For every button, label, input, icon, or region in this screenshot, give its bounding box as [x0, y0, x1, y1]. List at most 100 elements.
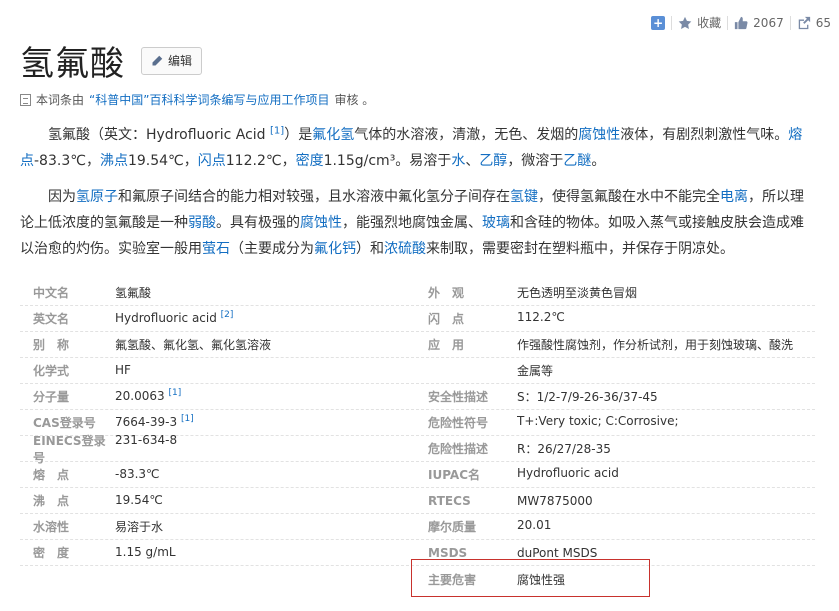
info-value: 7664-39-3 [1] [115, 414, 420, 431]
info-value: 231-634-8 [115, 432, 420, 466]
info-label: EINECS登录号 [33, 433, 106, 465]
citation-link[interactable]: [1] [270, 125, 284, 136]
info-row: 别 称 氟氢酸、氟化氢、氟化氢溶液 应 用 作强酸性腐蚀剂，作分析试剂，用于刻蚀玻璃… [20, 332, 815, 358]
like-count: 2067 [753, 15, 784, 30]
text: ，微溶于 [507, 153, 564, 169]
info-label: 闪 点 [428, 312, 465, 326]
info-label: 别 称 [33, 338, 70, 352]
link-fluorite[interactable]: 萤石 [202, 241, 230, 257]
divider [671, 15, 673, 30]
info-row: 英文名 Hydrofluoric acid [2] 闪 点 112.2℃ [20, 306, 815, 332]
info-cell-left: 英文名 Hydrofluoric acid [2] [20, 310, 420, 327]
info-label: 外 观 [428, 286, 465, 300]
info-label [420, 362, 517, 379]
link-water[interactable]: 水 [451, 153, 465, 169]
info-label: 危险性符号 [428, 416, 489, 430]
text: 19.54℃， [127, 153, 198, 169]
link-hydrogen-atom[interactable]: 氢原子 [76, 189, 118, 205]
share-count: 65 [815, 15, 831, 30]
info-label: 水溶性 [33, 520, 70, 534]
link-ionization[interactable]: 电离 [720, 189, 748, 205]
text: 。 [591, 153, 606, 169]
info-cell-right: 应 用 作强酸性腐蚀剂，作分析试剂，用于刻蚀玻璃、酸洗 [420, 336, 815, 353]
link-weak-acid[interactable]: 弱酸 [188, 215, 216, 231]
toolbar: + 收藏 2067 65 [651, 14, 831, 31]
info-value-text: 19.54℃ [115, 493, 163, 507]
info-row: 化学式 HF 金属等 [20, 358, 815, 384]
plus-icon[interactable]: + [651, 15, 666, 30]
info-value: 氢氟酸 [115, 284, 420, 301]
info-cell-right: RTECS MW7875000 [420, 494, 815, 508]
info-label: 中文名 [33, 286, 70, 300]
document-icon [20, 93, 31, 106]
info-value: 20.0063 [1] [115, 388, 420, 405]
text: 112.2℃， [225, 153, 296, 169]
review-note: 本词条由 “科普中国”百科科学词条编写与应用工作项目 审核 。 [20, 91, 374, 108]
citation-link[interactable]: [1] [168, 388, 181, 398]
info-value: 氟氢酸、氟化氢、氟化氢溶液 [115, 336, 420, 353]
text: 气体的水溶液，清澈，无色、发烟的 [354, 127, 579, 143]
divider [727, 15, 729, 30]
info-row: 沸 点 19.54℃ RTECS MW7875000 [20, 488, 815, 514]
edit-button[interactable]: 编辑 [141, 46, 203, 75]
page-title: 氢氟酸 [20, 44, 125, 84]
link-flash-point[interactable]: 闪点 [198, 153, 226, 169]
info-cell-right: 闪 点 112.2℃ [420, 310, 815, 327]
link-hydrogen-bond[interactable]: 氢键 [510, 189, 538, 205]
text: -83.3℃， [34, 153, 100, 169]
info-value: -83.3℃ [115, 466, 420, 483]
info-value-text: -83.3℃ [115, 467, 160, 481]
link-density[interactable]: 密度 [296, 153, 324, 169]
text: ，能强烈地腐蚀金属、 [342, 215, 482, 231]
citation-link[interactable]: [2] [221, 310, 234, 320]
info-label: 分子量 [33, 390, 70, 404]
title-row: 氢氟酸 编辑 [20, 36, 203, 85]
text: 。具有极强的 [216, 215, 300, 231]
info-label: 密 度 [33, 546, 70, 560]
citation-link[interactable]: [1] [181, 414, 194, 424]
thumb-up-icon [735, 16, 748, 29]
info-cell-right: 安全性描述 S：1/2-7/9-26-36/37-45 [420, 388, 815, 405]
pencil-icon [152, 55, 163, 65]
info-value: 作强酸性腐蚀剂，作分析试剂，用于刻蚀玻璃、酸洗 [517, 338, 794, 352]
text: 氢氟酸（英文：Hydrofluoric Acid [48, 127, 271, 143]
link-glass[interactable]: 玻璃 [482, 215, 510, 231]
info-value-text: 20.0063 [115, 389, 165, 403]
info-value-text: 231-634-8 [115, 432, 178, 447]
link-ether[interactable]: 乙醚 [563, 153, 591, 169]
share-icon [798, 16, 810, 29]
info-label: MSDS [428, 545, 468, 560]
text: ）是 [284, 127, 313, 143]
paragraph-detail: 因为氢原子和氟原子间结合的能力相对较强，且水溶液中氟化氢分子间存在氢键，使得氢氟… [20, 184, 810, 262]
info-label: IUPAC名 [428, 468, 480, 482]
info-cell-left: 熔 点 -83.3℃ [20, 466, 420, 483]
info-value: 无色透明至淡黄色冒烟 [517, 286, 638, 300]
info-row: 熔 点 -83.3℃ IUPAC名 Hydrofluoric acid [20, 462, 815, 488]
info-value: R：26/27/28-35 [517, 442, 611, 456]
divider [789, 15, 791, 30]
link-ethanol[interactable]: 乙醇 [479, 153, 507, 169]
info-cell-left: CAS登录号 7664-39-3 [1] [20, 414, 420, 431]
collect-button[interactable]: 收藏 [678, 14, 721, 31]
link-calcium-fluoride[interactable]: 氟化钙 [314, 241, 356, 257]
info-value: Hydrofluoric acid [2] [115, 310, 420, 327]
info-cell-left: 中文名 氢氟酸 [20, 284, 420, 301]
text: 1.15g/cm³。易溶于 [323, 153, 452, 169]
share-button[interactable]: 65 [797, 16, 831, 30]
review-link[interactable]: “科普中国”百科科学词条编写与应用工作项目 [89, 91, 329, 108]
link-corrosive[interactable]: 腐蚀性 [578, 127, 620, 143]
info-value-text: 易溶于水 [115, 520, 164, 534]
link-hydrogen-fluoride[interactable]: 氟化氢 [312, 127, 354, 143]
info-label: 英文名 [33, 312, 70, 326]
text: ，使得氢氟酸在水中不能完全 [538, 189, 720, 205]
info-cell-right: 金属等 [420, 362, 815, 379]
link-sulfuric-acid[interactable]: 浓硫酸 [384, 241, 426, 257]
link-corrosive[interactable]: 腐蚀性 [300, 215, 342, 231]
info-label: 化学式 [33, 364, 70, 378]
link-boiling-point[interactable]: 沸点 [100, 153, 128, 169]
info-label: CAS登录号 [33, 416, 96, 430]
info-cell-right: MSDS duPont MSDS [420, 546, 815, 560]
like-button[interactable]: 2067 [734, 16, 784, 30]
info-value-text: 氟氢酸、氟化氢、氟化氢溶液 [115, 338, 272, 352]
info-row: 分子量 20.0063 [1] 安全性描述 S：1/2-7/9-26-36/37-45 [20, 384, 815, 410]
